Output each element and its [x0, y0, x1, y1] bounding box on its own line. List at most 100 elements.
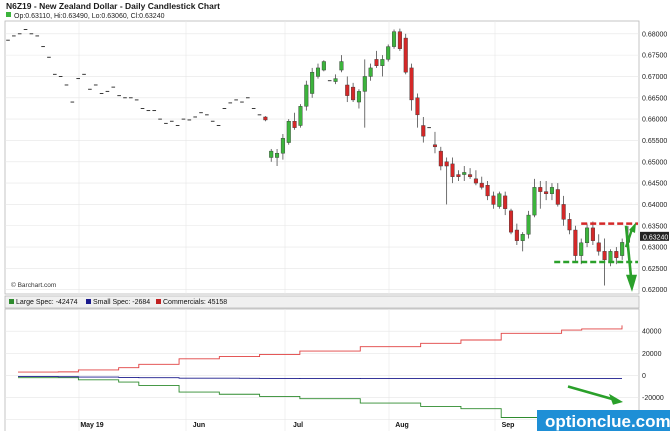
candle-body [561, 204, 566, 220]
last-price-label: 0.63240 [643, 234, 668, 241]
month-label: Jul [293, 422, 303, 429]
legend-large-spec: Large Spec: -42474 [16, 299, 78, 306]
price-tick-label: 0.62000 [642, 287, 667, 294]
candle-body [333, 78, 338, 82]
candle-body [298, 106, 303, 126]
candle-body [479, 182, 484, 188]
candle-body [526, 214, 531, 235]
candle-body [608, 251, 613, 263]
candle-body [368, 67, 373, 77]
candle-body [339, 61, 344, 71]
candle-body [520, 234, 525, 241]
candle-body [514, 229, 519, 241]
price-tick-label: 0.66000 [642, 117, 667, 124]
candle-body [468, 174, 473, 177]
price-tick-label: 0.64500 [642, 181, 667, 188]
candle-body [555, 189, 560, 205]
chart-title: N6Z19 - New Zealand Dollar - Daily Candl… [6, 1, 220, 11]
candle [304, 80, 309, 111]
candle-body [579, 242, 584, 256]
candle [298, 104, 303, 128]
candle-body [386, 46, 391, 60]
candle-body [275, 153, 280, 158]
legend-small-spec: Small Spec: -2684 [93, 299, 150, 306]
candle [386, 44, 391, 62]
legend-commercials: Commercials: 45158 [163, 299, 227, 306]
candle-body [538, 187, 543, 192]
candle-body [544, 191, 549, 194]
watermark: optionclue.com [537, 410, 670, 431]
candle-body [310, 71, 315, 94]
legend-swatch-small-spec [86, 299, 91, 304]
cot-tick-label: 20000 [642, 351, 662, 358]
price-tick-label: 0.64000 [642, 202, 667, 209]
candle [403, 33, 408, 75]
barchart-credit: © Barchart.com [11, 281, 56, 289]
candle-body [269, 150, 274, 158]
candle-body [438, 150, 443, 167]
month-label: Jun [193, 422, 205, 429]
candle-body [462, 172, 467, 175]
last-price-badge: 0.63240 [640, 231, 669, 241]
candle-body [509, 210, 514, 233]
candle-body [485, 185, 490, 197]
cot-tick-label: 0 [642, 373, 646, 380]
candle [286, 119, 291, 145]
candle-body [263, 116, 268, 121]
candle-body [473, 178, 478, 184]
candle-body [491, 195, 496, 205]
candle-body [549, 187, 554, 194]
candle-body [415, 97, 420, 116]
candle-body [421, 125, 426, 137]
price-axis: 0.68000 0.67500 0.67000 0.66500 0.66000 0.655… [642, 31, 667, 294]
candle-body [362, 76, 367, 92]
candle [310, 67, 315, 98]
cot-axis: 40000200000-20000-40000 [642, 329, 664, 425]
candle-body [450, 163, 455, 177]
candle-body [614, 251, 619, 258]
candle-body [602, 251, 607, 261]
candle-body [620, 242, 625, 256]
candle-body [345, 84, 350, 96]
candle-body [315, 67, 321, 77]
candle-body [380, 59, 385, 66]
candle-body [573, 229, 578, 256]
candle-body [374, 59, 379, 66]
candle-body [304, 84, 309, 107]
price-tick-label: 0.67000 [642, 74, 667, 81]
price-tick-label: 0.68000 [642, 31, 667, 38]
price-tick-label: 0.66500 [642, 95, 667, 102]
month-label: May 19 [80, 422, 103, 429]
chart-root: N6Z19 - New Zealand Dollar - Daily Candl… [4, 1, 670, 431]
candle-body [590, 227, 595, 241]
candle-body [397, 31, 402, 49]
cot-tick-label: -20000 [642, 395, 664, 402]
candle-body [585, 227, 590, 244]
candle-body [280, 138, 285, 154]
candle-body [292, 121, 297, 128]
candle [497, 191, 502, 209]
ohlc-readout: Op:0.63110, Hi:0.63490, Lo:0.63060, Cl:0… [14, 13, 165, 20]
price-tick-label: 0.63000 [642, 245, 667, 252]
candle [397, 28, 402, 51]
candle-body [497, 193, 502, 207]
candle-body [432, 144, 437, 148]
candle-body [392, 31, 397, 47]
candle-body [532, 187, 537, 216]
candle [392, 29, 397, 49]
candle [509, 208, 514, 235]
candle-body [444, 161, 449, 167]
price-tick-label: 0.65500 [642, 138, 667, 145]
candle-body [596, 242, 601, 252]
candle-body [321, 61, 326, 71]
month-label: Aug [395, 422, 409, 429]
price-tick-label: 0.67500 [642, 53, 667, 60]
candle [526, 210, 531, 239]
candle-body [503, 195, 508, 209]
legend-swatch-commercials [156, 299, 161, 304]
price-tick-label: 0.63500 [642, 223, 667, 230]
month-label: Sep [502, 422, 515, 429]
candle-body [409, 67, 414, 101]
price-tick-label: 0.62500 [642, 266, 667, 273]
price-tick-label: 0.65000 [642, 159, 667, 166]
